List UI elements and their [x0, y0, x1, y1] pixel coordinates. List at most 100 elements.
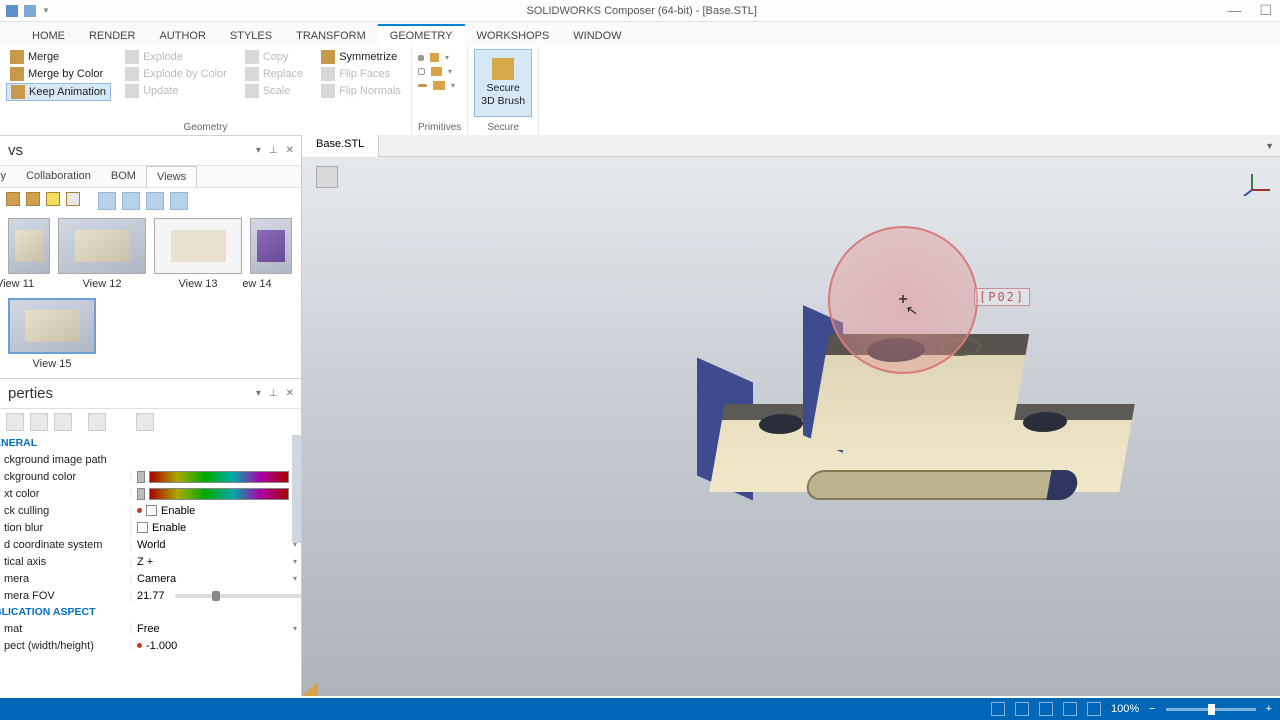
minimize-button[interactable]: —	[1227, 2, 1241, 19]
symmetrize-button[interactable]: Symmetrize	[317, 49, 405, 65]
replace-button[interactable]: Replace	[241, 66, 307, 82]
views-tool-3[interactable]	[46, 192, 60, 206]
section-publication: BLICATION ASPECT	[0, 604, 301, 620]
zoom-slider[interactable]	[1166, 708, 1256, 711]
qat-undo-icon[interactable]	[24, 5, 36, 17]
merge-by-color-button[interactable]: Merge by Color	[6, 66, 111, 82]
tab-render[interactable]: RENDER	[77, 26, 147, 46]
view-15-item[interactable]: View 15	[8, 298, 96, 370]
prop-aspect[interactable]: pect (width/height) -1.000	[0, 637, 301, 654]
views-tool-camera1[interactable]	[98, 192, 116, 210]
secure-3d-brush-button[interactable]: Secure 3D Brush	[474, 49, 532, 117]
properties-panel-menu-icon[interactable]: ▾	[253, 388, 264, 399]
props-tool-6[interactable]	[136, 413, 154, 431]
prop-format[interactable]: mat Free▾	[0, 620, 301, 637]
window-controls: — ☐	[1227, 2, 1280, 19]
views-thumbnail-list: View 11 View 12 View 13 ew 14 View 15	[0, 214, 301, 378]
primitive-line-button[interactable]: ▾	[418, 67, 461, 76]
properties-panel-close-icon[interactable]: ✕	[283, 388, 297, 399]
prop-text-color[interactable]: xt color	[0, 485, 301, 502]
prop-bg-image-path[interactable]: ckground image path	[0, 451, 301, 468]
properties-grid[interactable]: ENERAL ckground image path ckground colo…	[0, 435, 301, 696]
explode-button[interactable]: Explode	[121, 49, 231, 65]
properties-panel-title-bar: perties ▾ ⊥ ✕	[0, 379, 301, 409]
statusbar-tool-4[interactable]	[1063, 702, 1077, 716]
zoom-in-button[interactable]: +	[1266, 703, 1272, 715]
secure-group-label: Secure	[474, 120, 532, 133]
views-panel-close-icon[interactable]: ✕	[283, 145, 297, 156]
properties-scrollbar[interactable]	[292, 435, 301, 543]
views-panel-menu-icon[interactable]: ▾	[253, 145, 264, 156]
quick-access-toolbar: ▼	[0, 5, 56, 17]
prop-vertical-axis[interactable]: tical axis Z +▾	[0, 553, 301, 570]
views-tool-camera2[interactable]	[122, 192, 140, 210]
qat-save-icon[interactable]	[6, 5, 18, 17]
view-13-item[interactable]: View 13	[154, 218, 242, 290]
tab-geometry[interactable]: GEOMETRY	[378, 24, 465, 46]
props-tool-4[interactable]	[88, 413, 106, 431]
qat-dropdown-icon[interactable]: ▼	[42, 6, 50, 15]
left-panel-container: vs ▾ ⊥ ✕ bly Collaboration BOM Views	[0, 136, 302, 696]
views-tool-camera4[interactable]	[170, 192, 188, 210]
prop-motion-blur[interactable]: tion blur Enable	[0, 519, 301, 536]
tab-transform[interactable]: TRANSFORM	[284, 26, 378, 46]
prop-bg-color[interactable]: ckground color	[0, 468, 301, 485]
views-panel-pin-icon[interactable]: ⊥	[266, 145, 281, 156]
views-panel-tabs: bly Collaboration BOM Views	[0, 166, 301, 188]
tab-home[interactable]: HOME	[20, 26, 77, 46]
props-tool-3[interactable]	[54, 413, 72, 431]
view-triad-icon[interactable]	[1242, 170, 1274, 196]
prop-coord-system[interactable]: d coordinate system World▾	[0, 536, 301, 553]
properties-panel-pin-icon[interactable]: ⊥	[266, 388, 281, 399]
prop-camera[interactable]: mera Camera▾	[0, 570, 301, 587]
tab-window[interactable]: WINDOW	[561, 26, 633, 46]
views-tab-assembly[interactable]: bly	[0, 166, 16, 187]
statusbar-tool-3[interactable]	[1039, 702, 1053, 716]
tab-workshops[interactable]: WORKSHOPS	[465, 26, 562, 46]
maximize-button[interactable]: ☐	[1259, 2, 1272, 19]
views-toolbar	[0, 188, 301, 214]
views-tool-camera3[interactable]	[146, 192, 164, 210]
scale-button[interactable]: Scale	[241, 83, 307, 99]
document-tab[interactable]: Base.STL	[302, 135, 379, 157]
view-11-item[interactable]: View 11	[8, 218, 50, 290]
merge-button[interactable]: Merge	[6, 49, 111, 65]
tab-styles[interactable]: STYLES	[218, 26, 284, 46]
secure-brush-circle[interactable]: +	[828, 226, 978, 374]
section-general: ENERAL	[0, 435, 301, 451]
viewport[interactable]: Base.STL ▼ + ↖	[302, 136, 1280, 696]
prop-camera-fov[interactable]: mera FOV 21.77	[0, 587, 301, 604]
statusbar-tool-5[interactable]	[1087, 702, 1101, 716]
props-tool-2[interactable]	[30, 413, 48, 431]
props-tool-5[interactable]	[112, 413, 130, 431]
primitives-group-label: Primitives	[418, 120, 461, 133]
view-12-item[interactable]: View 12	[58, 218, 146, 290]
status-bar: 100% − +	[0, 698, 1280, 720]
statusbar-tool-1[interactable]	[991, 702, 1005, 716]
explode-by-color-button[interactable]: Explode by Color	[121, 66, 231, 82]
views-tool-1[interactable]	[6, 192, 20, 206]
view-14-item[interactable]: ew 14	[250, 218, 292, 290]
views-tool-2[interactable]	[26, 192, 40, 206]
props-tool-1[interactable]	[6, 413, 24, 431]
statusbar-tool-2[interactable]	[1015, 702, 1029, 716]
flip-normals-button[interactable]: Flip Normals	[317, 83, 405, 99]
flip-faces-button[interactable]: Flip Faces	[317, 66, 405, 82]
prop-back-culling[interactable]: ck culling Enable	[0, 502, 301, 519]
update-button[interactable]: Update	[121, 83, 231, 99]
views-tab-views[interactable]: Views	[146, 166, 197, 187]
primitive-plane-button[interactable]: ▾	[418, 81, 461, 90]
tab-author[interactable]: AUTHOR	[147, 26, 217, 46]
views-tab-collaboration[interactable]: Collaboration	[16, 166, 101, 187]
zoom-out-button[interactable]: −	[1149, 703, 1155, 715]
document-tab-dropdown-icon[interactable]: ▼	[1265, 141, 1280, 151]
views-panel-title-partial: vs	[8, 142, 23, 159]
keep-animation-button[interactable]: Keep Animation	[6, 83, 111, 101]
views-tool-4[interactable]	[66, 192, 80, 206]
views-tab-bom[interactable]: BOM	[101, 166, 146, 187]
document-tab-bar: Base.STL ▼	[302, 135, 1280, 157]
origin-triad-icon[interactable]	[302, 682, 318, 696]
viewport-tool-button[interactable]	[316, 166, 338, 188]
copy-button[interactable]: Copy	[241, 49, 307, 65]
primitive-point-button[interactable]: ▾	[418, 53, 461, 62]
